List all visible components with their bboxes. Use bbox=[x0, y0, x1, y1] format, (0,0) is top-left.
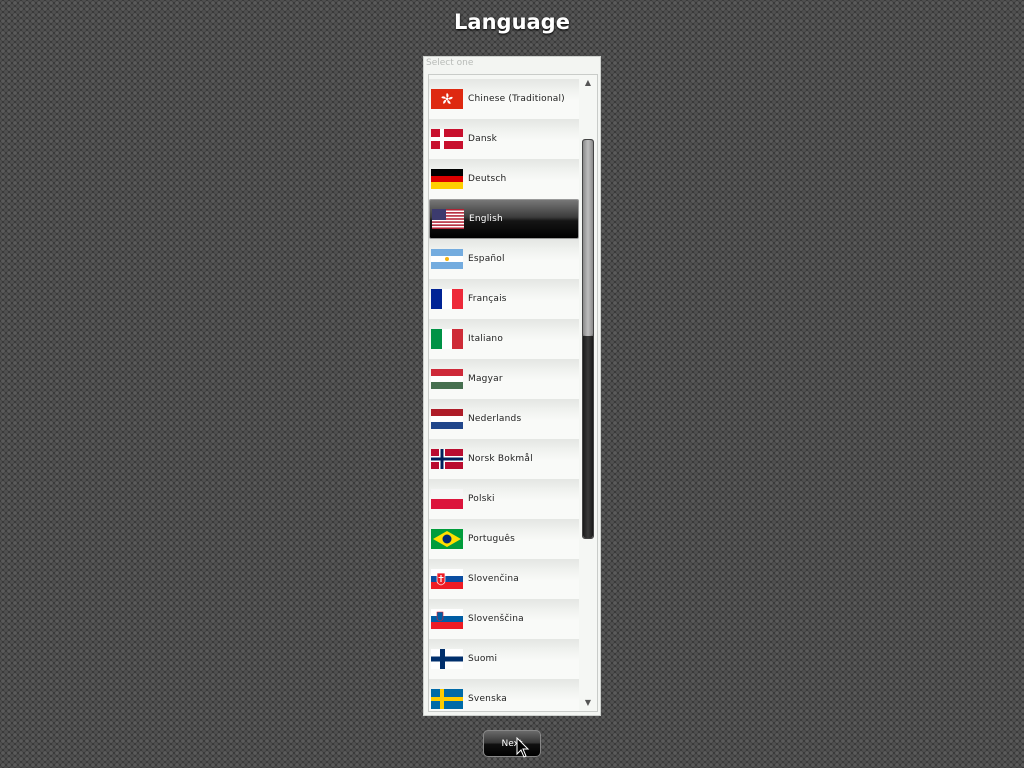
next-button[interactable]: Next bbox=[483, 730, 541, 757]
page-title: Language bbox=[454, 10, 570, 34]
usa-flag-icon bbox=[432, 209, 464, 229]
language-list: Chinese (Traditional) Dansk Deutsch English… bbox=[429, 79, 579, 711]
language-item-label: Nederlands bbox=[468, 414, 522, 424]
language-item-poland[interactable]: Polski bbox=[429, 479, 579, 519]
language-item-label: Português bbox=[468, 534, 515, 544]
language-item-usa[interactable]: English bbox=[429, 199, 579, 239]
italy-flag-icon bbox=[431, 329, 463, 349]
scroll-track[interactable] bbox=[582, 139, 594, 539]
language-item-denmark[interactable]: Dansk bbox=[429, 119, 579, 159]
language-item-sweden[interactable]: Svenska bbox=[429, 679, 579, 711]
language-panel: Select one Chinese (Traditional) Dansk Deu… bbox=[423, 56, 601, 716]
language-item-label: Dansk bbox=[468, 134, 498, 144]
list-caption: Select one bbox=[426, 58, 474, 68]
language-item-label: Chinese (Traditional) bbox=[468, 94, 565, 104]
scroll-thumb[interactable] bbox=[583, 140, 593, 336]
brazil-flag-icon bbox=[431, 529, 463, 549]
scroll-track-lower[interactable] bbox=[583, 336, 593, 538]
language-item-norway[interactable]: Norsk Bokmål bbox=[429, 439, 579, 479]
language-item-label: Polski bbox=[468, 494, 495, 504]
language-listbox[interactable]: Chinese (Traditional) Dansk Deutsch English… bbox=[428, 74, 598, 712]
language-item-label: Español bbox=[468, 254, 505, 264]
language-item-label: Italiano bbox=[468, 334, 504, 344]
slovenia-flag-icon bbox=[431, 609, 463, 629]
language-item-brazil[interactable]: Português bbox=[429, 519, 579, 559]
language-item-label: Deutsch bbox=[468, 174, 507, 184]
scroll-down-arrow-icon[interactable]: ▼ bbox=[584, 699, 592, 707]
language-item-france[interactable]: Français bbox=[429, 279, 579, 319]
netherlands-flag-icon bbox=[431, 409, 463, 429]
hungary-flag-icon bbox=[431, 369, 463, 389]
language-item-label: Magyar bbox=[468, 374, 503, 384]
language-item-argentina[interactable]: Español bbox=[429, 239, 579, 279]
language-item-slovakia[interactable]: Slovenčina bbox=[429, 559, 579, 599]
language-item-label: Slovenščina bbox=[468, 614, 524, 624]
scroll-up-arrow-icon[interactable]: ▲ bbox=[584, 79, 592, 87]
language-item-label: English bbox=[469, 214, 503, 224]
norway-flag-icon bbox=[431, 449, 463, 469]
poland-flag-icon bbox=[431, 489, 463, 509]
language-item-netherlands[interactable]: Nederlands bbox=[429, 399, 579, 439]
finland-flag-icon bbox=[431, 649, 463, 669]
language-item-label: Slovenčina bbox=[468, 574, 519, 584]
denmark-flag-icon bbox=[431, 129, 463, 149]
sweden-flag-icon bbox=[431, 689, 463, 709]
language-item-label: Svenska bbox=[468, 694, 507, 704]
language-item-hong-kong[interactable]: Chinese (Traditional) bbox=[429, 79, 579, 119]
language-item-label: Suomi bbox=[468, 654, 498, 664]
language-item-label: Norsk Bokmål bbox=[468, 454, 533, 464]
language-item-slovenia[interactable]: Slovenščina bbox=[429, 599, 579, 639]
slovakia-flag-icon bbox=[431, 569, 463, 589]
argentina-flag-icon bbox=[431, 249, 463, 269]
france-flag-icon bbox=[431, 289, 463, 309]
language-item-hungary[interactable]: Magyar bbox=[429, 359, 579, 399]
germany-flag-icon bbox=[431, 169, 463, 189]
mouse-cursor-icon bbox=[516, 737, 530, 758]
language-item-italy[interactable]: Italiano bbox=[429, 319, 579, 359]
language-item-label: Français bbox=[468, 294, 507, 304]
scrollbar[interactable]: ▲ ▼ bbox=[581, 79, 595, 707]
language-item-germany[interactable]: Deutsch bbox=[429, 159, 579, 199]
language-item-finland[interactable]: Suomi bbox=[429, 639, 579, 679]
hong-kong-flag-icon bbox=[431, 89, 463, 109]
